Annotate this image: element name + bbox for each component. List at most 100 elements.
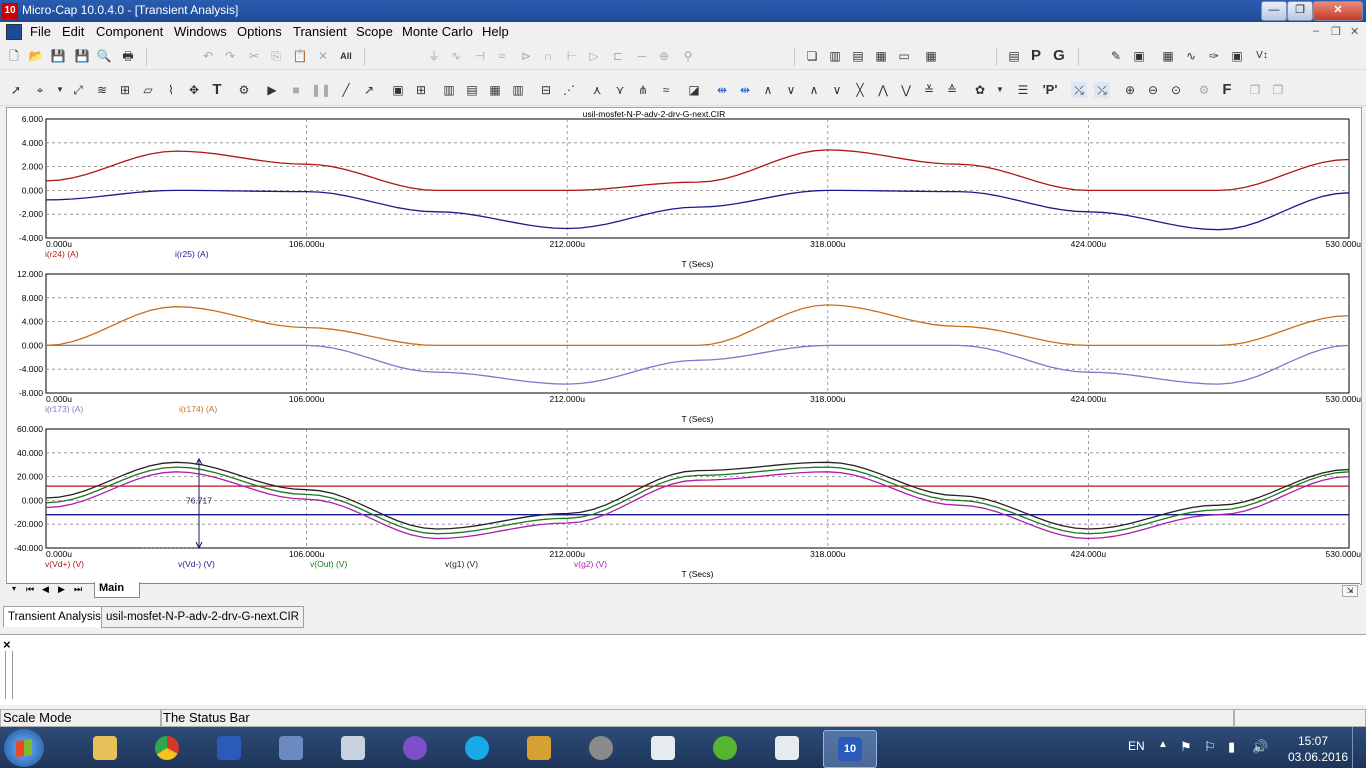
copy-plot-icon[interactable]: ❐ [1247, 82, 1263, 98]
capacitor-icon[interactable]: ⊣ [472, 48, 488, 64]
save-all-icon[interactable]: 💾 [74, 48, 90, 64]
run-icon[interactable]: ▶ [264, 82, 280, 98]
calculator-icon[interactable]: ▦ [923, 48, 939, 64]
cascade-icon[interactable]: ❏ [804, 48, 820, 64]
clock-time[interactable]: 15:07 [1298, 734, 1328, 748]
scale-icon[interactable]: ⤢ [70, 82, 86, 98]
node-icon[interactable]: ⊕ [656, 48, 672, 64]
marker-icon[interactable]: ✑ [1206, 48, 1222, 64]
label-cursor-icon[interactable]: ⤯ [1071, 82, 1087, 98]
clock-date[interactable]: 03.06.2016 [1288, 750, 1348, 764]
tile-vertical-icon[interactable]: ▥ [827, 48, 843, 64]
paste-icon[interactable]: 📋 [292, 48, 308, 64]
list-icon[interactable]: ☰ [1015, 82, 1031, 98]
taskbar-microcap[interactable]: 10 [823, 730, 877, 768]
voltage-level-icon[interactable]: V↕ [1254, 48, 1270, 64]
inductor-icon[interactable]: ∩ [540, 48, 556, 64]
cut-icon[interactable]: ✂ [246, 48, 262, 64]
wave-icon[interactable]: ≈ [658, 82, 674, 98]
global-high-icon[interactable]: ⋀ [875, 82, 891, 98]
taskbar-app3[interactable] [203, 730, 255, 766]
stop-icon[interactable]: ■ [288, 82, 304, 98]
diode-icon[interactable]: ⊳ [518, 48, 534, 64]
prev-tab-icon[interactable]: ◀ [42, 584, 49, 595]
start-button[interactable] [4, 729, 44, 767]
redo-icon[interactable]: ↷ [222, 48, 238, 64]
layout3-icon[interactable]: ▦ [487, 82, 503, 98]
document-icon[interactable] [6, 24, 22, 40]
wire-icon[interactable]: ─ [634, 48, 650, 64]
taskbar-app9[interactable] [575, 730, 627, 766]
last-tab-icon[interactable]: ⏭ [74, 584, 82, 595]
menu-help[interactable]: Help [482, 24, 509, 39]
layout2-icon[interactable]: ▤ [464, 82, 480, 98]
settings-icon[interactable]: ⚙ [1196, 82, 1212, 98]
taskbar-app8[interactable] [513, 730, 565, 766]
volume-icon[interactable]: 🔊 [1252, 739, 1268, 755]
pp-button[interactable]: 'P' [1042, 82, 1058, 98]
action-center-icon[interactable]: ⚐ [1204, 739, 1216, 755]
next-tab-icon[interactable]: ▶ [58, 584, 65, 595]
resistor-icon[interactable]: ≈ [494, 48, 510, 64]
valley-icon[interactable]: ⋎ [612, 82, 628, 98]
tray-expand-icon[interactable]: ▲ [1158, 739, 1168, 750]
copy-icon[interactable]: ⎘ [268, 48, 284, 64]
new-file-icon[interactable]: 🗋 [6, 48, 22, 64]
mdi-restore-button[interactable]: ❐ [1331, 25, 1341, 38]
table-icon[interactable]: ⊞ [413, 82, 429, 98]
text-tool-icon[interactable]: T [209, 82, 225, 98]
grid-icon[interactable]: ▦ [1160, 48, 1176, 64]
minimize-button[interactable]: — [1261, 1, 1287, 21]
save-icon[interactable]: 💾 [50, 48, 66, 64]
f-button[interactable]: F [1219, 82, 1235, 98]
menu-windows[interactable]: Windows [174, 24, 227, 39]
menu-edit[interactable]: Edit [62, 24, 84, 39]
tracker-icon[interactable]: ⌇ [163, 82, 179, 98]
zoom-in-icon[interactable]: ⊕ [1122, 82, 1138, 98]
close-output-icon[interactable]: × [3, 637, 11, 652]
taskbar-chrome[interactable] [141, 730, 193, 766]
min-icon[interactable]: ∨ [829, 82, 845, 98]
taskbar-app12[interactable] [761, 730, 813, 766]
menu-options[interactable]: Options [237, 24, 282, 39]
box-icon[interactable]: ▣ [390, 82, 406, 98]
g-button[interactable]: G [1051, 48, 1067, 64]
plot-area[interactable]: usil-mosfet-N-P-adv-2-drv-G-next.CIR 6.0… [6, 107, 1362, 585]
zoom-window-icon[interactable]: ▣ [1131, 48, 1147, 64]
output-pane[interactable]: × [0, 634, 1366, 705]
fall-icon[interactable]: ∨ [783, 82, 799, 98]
pause-icon[interactable]: ❚❚ [311, 82, 331, 98]
zoom-out-icon[interactable]: ⊖ [1145, 82, 1161, 98]
first-tab-icon[interactable]: ⏮ [26, 584, 34, 595]
taskbar-calculator[interactable] [327, 730, 379, 766]
delete-icon[interactable]: ✕ [315, 48, 331, 64]
dropdown-icon[interactable]: ▼ [52, 82, 68, 98]
dotted-icon[interactable]: ⋰ [561, 82, 577, 98]
menu-scope[interactable]: Scope [356, 24, 393, 39]
top-icon[interactable]: ≚ [921, 82, 937, 98]
peak-icon[interactable]: ⋏ [589, 82, 605, 98]
ground-icon[interactable]: ⏚ [426, 48, 442, 64]
select-arrow-icon[interactable]: ➚ [8, 82, 24, 98]
taskbar-utorrent[interactable] [699, 730, 751, 766]
component-icon[interactable]: ▤ [1006, 48, 1022, 64]
layout4-icon[interactable]: ▥ [510, 82, 526, 98]
undo-icon[interactable]: ↶ [200, 48, 216, 64]
tab-dropdown-icon[interactable]: ▾ [12, 584, 16, 593]
slope-icon[interactable]: ⋔ [635, 82, 651, 98]
chip-icon[interactable]: ▣ [1229, 48, 1245, 64]
color-icon[interactable]: ✿ [972, 82, 988, 98]
label-point-icon[interactable]: ⤯ [1094, 82, 1110, 98]
print-icon[interactable]: 🖶 [120, 48, 136, 64]
menu-monte-carlo[interactable]: Monte Carlo [402, 24, 473, 39]
tab-transient-analysis[interactable]: Transient Analysis [3, 606, 106, 627]
arrow-line-icon[interactable]: ↗ [361, 82, 377, 98]
menu-transient[interactable]: Transient [293, 24, 347, 39]
paste-plot-icon[interactable]: ❐ [1270, 82, 1286, 98]
taskbar-explorer[interactable] [79, 730, 131, 766]
inflection-icon[interactable]: ╳ [852, 82, 868, 98]
zoom-box-icon[interactable]: ⊞ [117, 82, 133, 98]
graph-icon[interactable]: ≋ [94, 82, 110, 98]
window-icon[interactable]: ▭ [896, 48, 912, 64]
global-low-icon[interactable]: ⋁ [898, 82, 914, 98]
